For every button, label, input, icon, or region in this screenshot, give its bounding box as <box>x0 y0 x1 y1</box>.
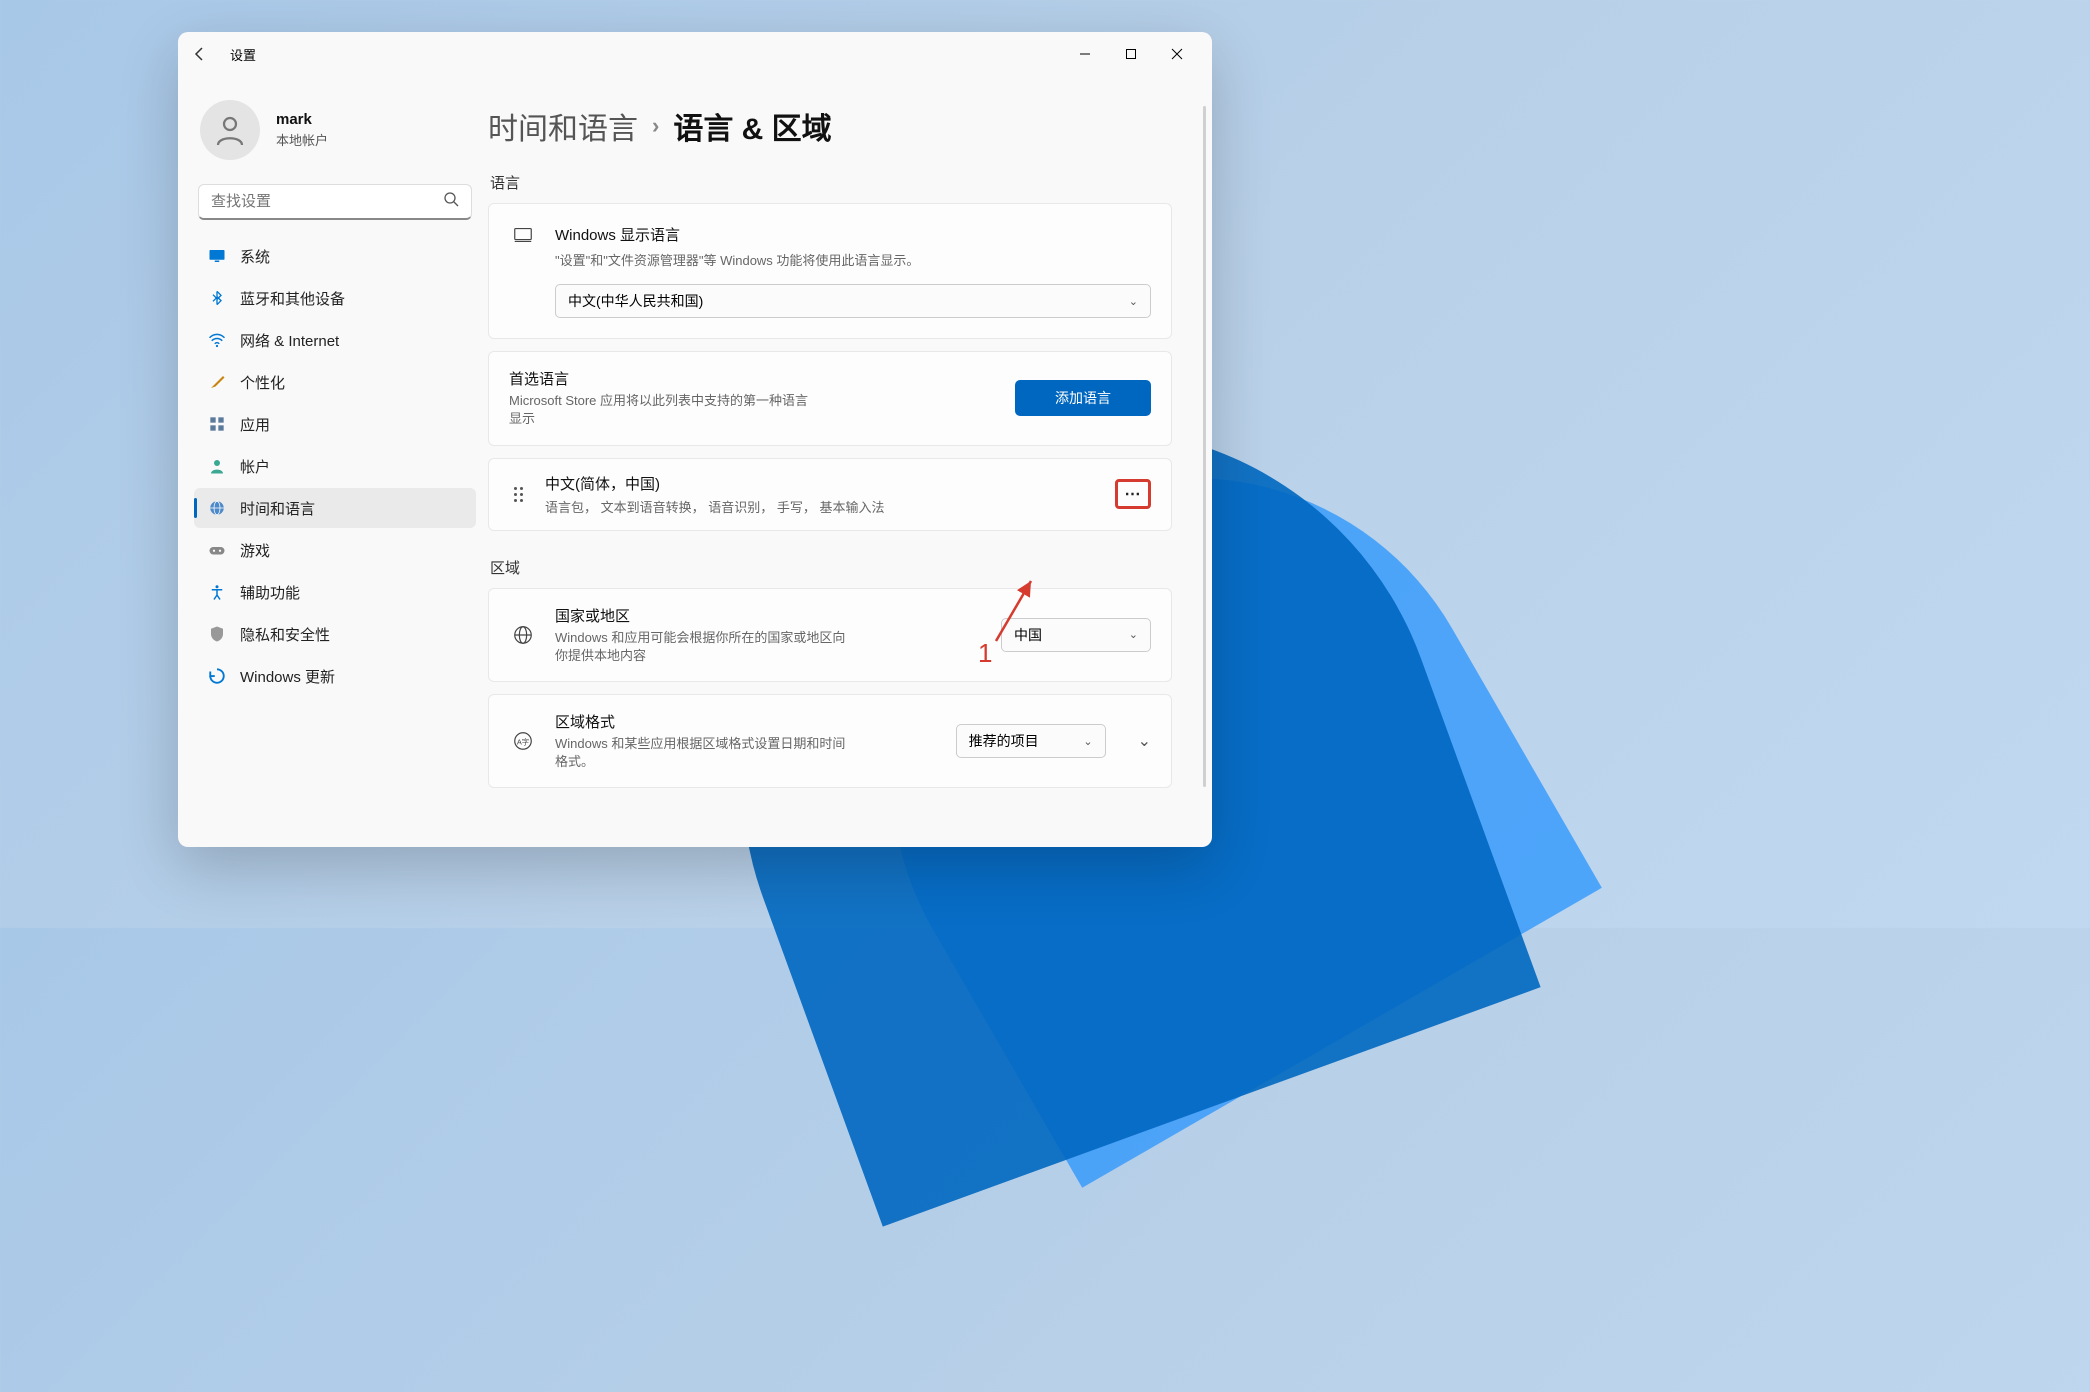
window-title: 设置 <box>230 45 256 64</box>
sidebar-item-label: 应用 <box>240 414 270 435</box>
region-sub: Windows 和应用可能会根据你所在的国家或地区向你提供本地内容 <box>555 629 855 665</box>
breadcrumb: 时间和语言 › 语言 & 区域 <box>488 104 1172 148</box>
display-language-sub: "设置"和"文件资源管理器"等 Windows 功能将使用此语言显示。 <box>555 252 1035 270</box>
search-box[interactable] <box>198 184 472 220</box>
sidebar-item-bluetooth[interactable]: 蓝牙和其他设备 <box>194 278 476 318</box>
titlebar: 设置 <box>178 32 1212 76</box>
installed-language-card: 中文(简体，中国) 语言包， 文本到语音转换， 语音识别， 手写， 基本输入法 … <box>488 458 1172 531</box>
sidebar-item-gaming[interactable]: 游戏 <box>194 530 476 570</box>
wifi-icon <box>208 331 226 349</box>
display-language-card: Windows 显示语言 "设置"和"文件资源管理器"等 Windows 功能将… <box>488 203 1172 339</box>
breadcrumb-parent[interactable]: 时间和语言 <box>488 104 638 148</box>
minimize-button[interactable] <box>1062 38 1108 70</box>
sidebar-item-system[interactable]: 系统 <box>194 236 476 276</box>
apps-icon <box>208 415 226 433</box>
region-format-value: 推荐的项目 <box>969 731 1039 751</box>
search-input[interactable] <box>211 193 443 210</box>
gamepad-icon <box>208 541 226 559</box>
person-icon <box>208 457 226 475</box>
sidebar-item-timelang[interactable]: 时间和语言 <box>194 488 476 528</box>
add-language-button[interactable]: 添加语言 <box>1015 380 1151 416</box>
section-region-label: 区域 <box>490 557 1172 578</box>
preferred-language-sub: Microsoft Store 应用将以此列表中支持的第一种语言显示 <box>509 392 809 428</box>
drag-handle-icon[interactable] <box>509 487 527 502</box>
sidebar-item-label: Windows 更新 <box>240 666 335 687</box>
display-language-value: 中文(中华人民共和国) <box>568 291 703 311</box>
preferred-language-title: 首选语言 <box>509 368 997 389</box>
back-button[interactable] <box>190 44 210 64</box>
sidebar-item-update[interactable]: Windows 更新 <box>194 656 476 696</box>
chevron-down-icon: ⌄ <box>1083 735 1092 748</box>
shield-icon <box>208 625 226 643</box>
sidebar-item-network[interactable]: 网络 & Internet <box>194 320 476 360</box>
close-button[interactable] <box>1154 38 1200 70</box>
annotation-arrow <box>986 571 1046 651</box>
region-format-dropdown[interactable]: 推荐的项目 ⌄ <box>956 724 1106 758</box>
globe-icon <box>208 499 226 517</box>
sidebar-item-label: 辅助功能 <box>240 582 300 603</box>
sidebar-item-label: 游戏 <box>240 540 270 561</box>
brush-icon <box>208 373 226 391</box>
breadcrumb-current: 语言 & 区域 <box>673 104 831 148</box>
sidebar-item-accessibility[interactable]: 辅助功能 <box>194 572 476 612</box>
display-icon <box>509 224 537 246</box>
more-icon: ⋯ <box>1125 484 1142 504</box>
avatar <box>200 100 260 160</box>
svg-text:A字: A字 <box>517 738 529 747</box>
profile-name: mark <box>276 111 328 128</box>
region-title: 国家或地区 <box>555 605 983 626</box>
bluetooth-icon <box>208 289 226 307</box>
region-card: 国家或地区 Windows 和应用可能会根据你所在的国家或地区向你提供本地内容 … <box>488 588 1172 682</box>
breadcrumb-sep: › <box>652 113 659 139</box>
expand-chevron-icon[interactable]: ⌄ <box>1138 731 1151 751</box>
sidebar-item-privacy[interactable]: 隐私和安全性 <box>194 614 476 654</box>
region-format-card: A字 区域格式 Windows 和某些应用根据区域格式设置日期和时间格式。 推荐… <box>488 694 1172 788</box>
profile[interactable]: mark 本地帐户 <box>192 88 478 180</box>
preferred-language-card: 首选语言 Microsoft Store 应用将以此列表中支持的第一种语言显示 … <box>488 351 1172 445</box>
accessibility-icon <box>208 583 226 601</box>
region-format-sub: Windows 和某些应用根据区域格式设置日期和时间格式。 <box>555 735 855 771</box>
maximize-button[interactable] <box>1108 38 1154 70</box>
chevron-down-icon: ⌄ <box>1129 295 1138 308</box>
globe-char-icon: A字 <box>509 730 537 752</box>
sidebar-item-label: 帐户 <box>240 456 270 477</box>
sidebar-item-label: 个性化 <box>240 372 285 393</box>
installed-language-name: 中文(简体，中国) <box>545 473 1097 494</box>
update-icon <box>208 667 226 685</box>
search-icon <box>443 191 459 212</box>
sidebar-item-label: 蓝牙和其他设备 <box>240 288 345 309</box>
nav-list: 系统蓝牙和其他设备网络 & Internet 个性化应用帐户时间和语言游戏辅助功能… <box>192 236 478 696</box>
display-language-dropdown[interactable]: 中文(中华人民共和国) ⌄ <box>555 284 1151 318</box>
section-language-label: 语言 <box>490 172 1172 193</box>
settings-window: 设置 mark 本地帐户 <box>178 32 1212 847</box>
content-area: 时间和语言 › 语言 & 区域 语言 Windows 显示语言 "设置"和"文件… <box>488 76 1212 847</box>
sidebar: mark 本地帐户 系统蓝牙和其他设备网络 & Internet 个性化应用帐户时… <box>178 76 488 847</box>
sidebar-item-label: 网络 & Internet <box>240 330 339 351</box>
region-format-title: 区域格式 <box>555 711 938 732</box>
profile-sub: 本地帐户 <box>276 130 328 149</box>
sidebar-item-label: 隐私和安全性 <box>240 624 330 645</box>
sidebar-item-label: 时间和语言 <box>240 498 315 519</box>
sidebar-item-accounts[interactable]: 帐户 <box>194 446 476 486</box>
installed-language-sub: 语言包， 文本到语音转换， 语音识别， 手写， 基本输入法 <box>545 497 1097 516</box>
sidebar-item-label: 系统 <box>240 246 270 267</box>
sidebar-item-personalization[interactable]: 个性化 <box>194 362 476 402</box>
monitor-icon <box>208 247 226 265</box>
globe-icon <box>509 624 537 646</box>
sidebar-item-apps[interactable]: 应用 <box>194 404 476 444</box>
language-options-button[interactable]: ⋯ <box>1115 479 1151 509</box>
display-language-title: Windows 显示语言 <box>555 224 1151 245</box>
scrollbar[interactable] <box>1203 106 1206 787</box>
chevron-down-icon: ⌄ <box>1129 628 1138 641</box>
